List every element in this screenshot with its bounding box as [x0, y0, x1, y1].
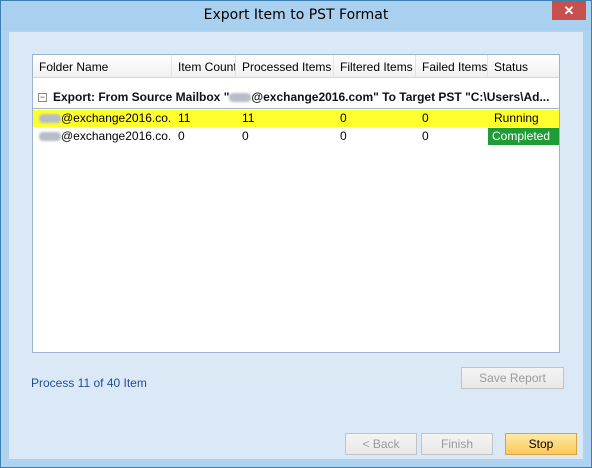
- item-count-cell: 11: [178, 111, 191, 125]
- column-header-filtered-items[interactable]: Filtered Items: [334, 55, 416, 77]
- folder-name-text: @exchange2016.co...: [61, 111, 172, 125]
- group-title-prefix: Export: From Source Mailbox ": [53, 90, 230, 104]
- filtered-items-cell: 0: [340, 129, 347, 143]
- collapse-toggle-icon[interactable]: −: [38, 93, 47, 102]
- finish-button[interactable]: Finish: [421, 433, 493, 455]
- group-row[interactable]: − Export: From Source Mailbox " @exchange…: [33, 88, 559, 109]
- redacted-user-name: [39, 114, 61, 124]
- grid-header: Folder Name Item Count Processed Items F…: [33, 55, 559, 78]
- processed-items-cell: 11: [242, 111, 255, 125]
- export-grid[interactable]: Folder Name Item Count Processed Items F…: [32, 54, 560, 353]
- save-report-button[interactable]: Save Report: [461, 367, 564, 389]
- folder-name-cell: @exchange2016.co...: [33, 128, 172, 145]
- table-row[interactable]: @exchange2016.co... 11 11 0 0 Running: [33, 110, 559, 127]
- dialog-body: Folder Name Item Count Processed Items F…: [9, 32, 583, 459]
- column-header-processed-items[interactable]: Processed Items: [236, 55, 334, 77]
- column-header-failed-items[interactable]: Failed Items: [416, 55, 488, 77]
- stop-button[interactable]: Stop: [505, 433, 577, 455]
- folder-name-cell: @exchange2016.co...: [33, 110, 172, 127]
- dialog-title: Export Item to PST Format: [203, 7, 389, 23]
- processed-items-cell: 0: [242, 129, 249, 143]
- column-header-item-count[interactable]: Item Count: [172, 55, 236, 77]
- status-badge: Completed: [488, 128, 559, 145]
- item-count-cell: 0: [178, 129, 185, 143]
- filtered-items-cell: 0: [340, 111, 347, 125]
- redacted-user-name: [39, 132, 61, 142]
- column-header-status[interactable]: Status: [488, 55, 559, 77]
- status-badge: Running: [488, 110, 559, 127]
- column-header-folder-name[interactable]: Folder Name: [33, 55, 172, 77]
- export-dialog: Export Item to PST Format ✕ Folder Name …: [0, 0, 592, 468]
- progress-status-text: Process 11 of 40 Item: [31, 376, 147, 390]
- group-title-suffix: @exchange2016.com" To Target PST "C:\Use…: [251, 90, 550, 104]
- folder-name-text: @exchange2016.co...: [61, 129, 172, 143]
- redacted-mailbox-name: [229, 93, 252, 103]
- table-row[interactable]: @exchange2016.co... 0 0 0 0 Completed: [33, 128, 559, 145]
- back-button[interactable]: < Back: [345, 433, 417, 455]
- failed-items-cell: 0: [422, 129, 429, 143]
- title-bar: Export Item to PST Format ✕: [1, 1, 591, 31]
- failed-items-cell: 0: [422, 111, 429, 125]
- close-button[interactable]: ✕: [552, 1, 586, 20]
- group-title: Export: From Source Mailbox " @exchange20…: [53, 90, 549, 104]
- close-icon: ✕: [563, 3, 575, 18]
